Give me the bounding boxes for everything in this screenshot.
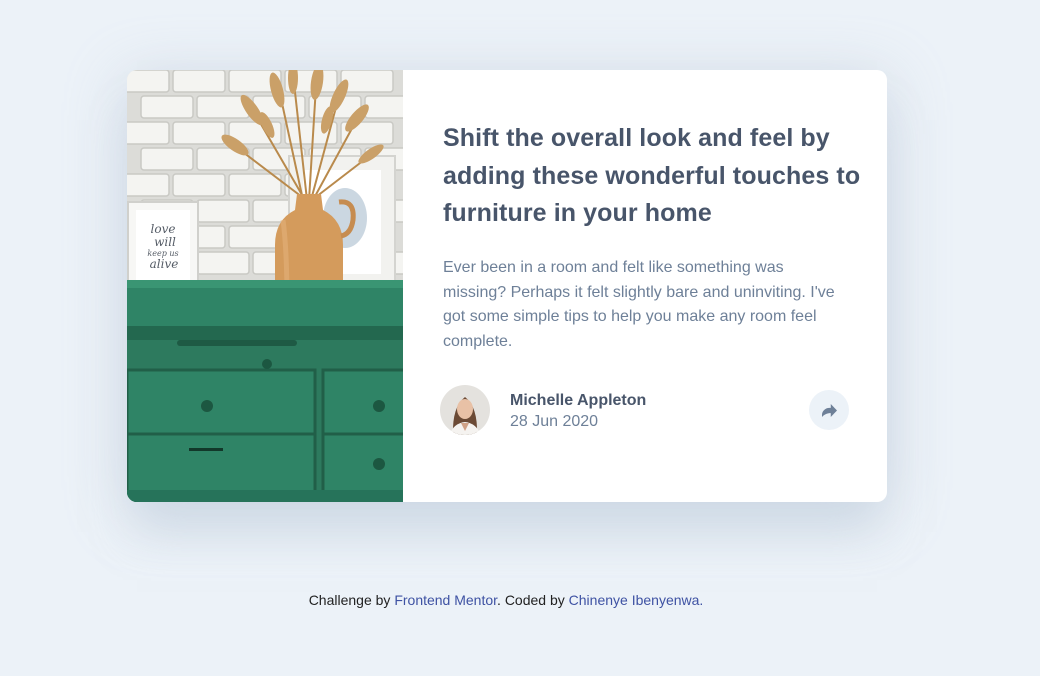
frame-text-2: will bbox=[154, 235, 176, 249]
attribution-middle: . Coded by bbox=[497, 592, 569, 608]
attribution: Challenge by Frontend Mentor. Coded by C… bbox=[0, 591, 1012, 609]
drawers-image: love will keep us alive bbox=[127, 70, 403, 502]
author-block: Michelle Appleton 28 Jun 2020 bbox=[440, 385, 646, 435]
author-link[interactable]: Chinenye Ibenyenwa. bbox=[569, 592, 704, 608]
frame-text-1: love bbox=[151, 222, 176, 236]
article-preview-card: love will keep us alive Shift the overal… bbox=[127, 70, 887, 502]
attribution-prefix: Challenge by bbox=[308, 592, 395, 608]
author-info: Michelle Appleton 28 Jun 2020 bbox=[510, 391, 646, 433]
author-avatar bbox=[440, 385, 490, 435]
share-icon bbox=[821, 403, 837, 417]
author-name: Michelle Appleton bbox=[510, 392, 647, 409]
article-excerpt: Ever been in a room and felt like someth… bbox=[443, 259, 835, 350]
share-button[interactable] bbox=[809, 390, 849, 430]
publish-date: 28 Jun 2020 bbox=[510, 413, 599, 430]
card-content: Shift the overall look and feel by addin… bbox=[403, 70, 887, 502]
frontend-mentor-link[interactable]: Frontend Mentor bbox=[394, 592, 497, 608]
article-title[interactable]: Shift the overall look and feel by addin… bbox=[443, 120, 863, 233]
page: love will keep us alive Shift the overal… bbox=[0, 0, 1040, 676]
frame-text-4: alive bbox=[150, 257, 179, 271]
